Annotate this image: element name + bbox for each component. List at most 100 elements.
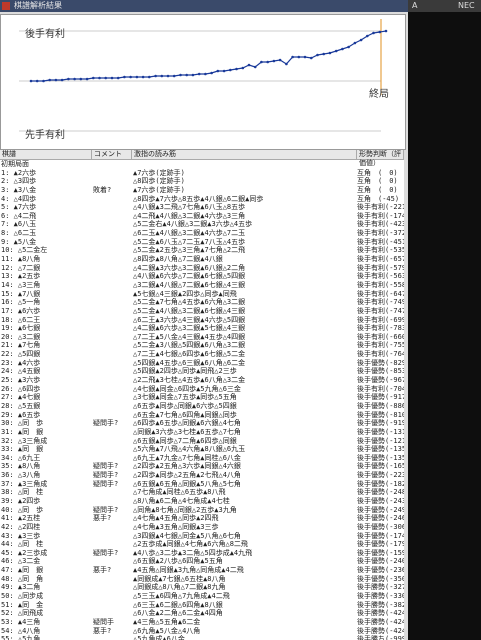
- list-item[interactable]: 10: △5二金左 △5二金▲2五歩△3三角▲7七角△2二飛 後手有利(-535): [0, 246, 404, 255]
- eval-point[interactable]: [29, 79, 33, 83]
- evaluation-graph[interactable]: 後手有利 先手有利 終局: [0, 14, 406, 150]
- eval-point[interactable]: [60, 78, 64, 82]
- header-comment[interactable]: コメント: [92, 150, 132, 159]
- list-item[interactable]: 50: △同步成 △5三玉▲6四角△7九角成▲4二飛 後手勝勢(-3303): [0, 592, 404, 601]
- eval-point[interactable]: [141, 75, 145, 79]
- list-item[interactable]: 3: ▲3八金 敗着? ▲7六歩(定跡手) 互角 ( 0): [0, 186, 404, 195]
- list-item[interactable]: 13: ▲2五歩 △4八銀▲6六歩△7二銀▲6七銀△5四銀 後手有利(-563): [0, 272, 404, 281]
- eval-point[interactable]: [135, 75, 139, 79]
- list-item[interactable]: 47: ▲同 銀 悪手? ▲4五角△同銀▲3九角△同角成▲4二飛 後手優勢(-2361…: [0, 566, 404, 575]
- list-item[interactable]: 52: △同飛成 △6八金▲2二角△6二金▲4四角 後手勝勢(-4241): [0, 609, 404, 618]
- list-item[interactable]: 4: △4四歩 △8四歩▲7六歩△8五歩▲4八銀△6二銀▲同歩 互角 (-45): [0, 195, 404, 204]
- eval-point[interactable]: [92, 76, 95, 80]
- list-item[interactable]: 1: ▲2六歩 ▲7六歩(定跡手) 互角 ( 0): [0, 169, 404, 178]
- eval-point[interactable]: [98, 76, 101, 80]
- eval-point[interactable]: [222, 69, 226, 73]
- list-item[interactable]: 44: △同 桂 △2五歩成▲同銀△4七角▲6六角△8二飛 後手優勢(-1792): [0, 540, 404, 549]
- eval-point[interactable]: [260, 60, 263, 64]
- list-item[interactable]: 21: ▲7七角 △5二金▲3八銀△5四銀▲6八角△3二銀 後手有利(-755): [0, 341, 404, 350]
- eval-point[interactable]: [384, 29, 388, 33]
- eval-point[interactable]: [179, 73, 182, 77]
- list-item[interactable]: 20: △3二銀 △7二王▲5八金△4三銀▲4五歩△4四銀 後手有利(-660): [0, 333, 404, 342]
- eval-point[interactable]: [359, 38, 363, 42]
- header-reading[interactable]: 激指の読み筋: [132, 150, 357, 159]
- list-item[interactable]: 35: ▲8八角 疑問手? △2四歩▲2五角△3六歩▲同銀△4六銀 後手優勢(-165…: [0, 462, 404, 471]
- list-item[interactable]: 37: ▲3三角成 疑問手? △6五銀▲6五角△同銀▲5八角△5七角 後手優勢(-18…: [0, 480, 404, 489]
- eval-point[interactable]: [42, 79, 45, 83]
- eval-point[interactable]: [191, 73, 195, 77]
- eval-point[interactable]: [197, 72, 201, 76]
- list-item[interactable]: 5: ▲7六歩 △4八銀▲3二飛△7七角▲6八玉△8五歩 後手有利(-221): [0, 203, 404, 212]
- list-item[interactable]: 19: ▲6七銀 △4二銀▲6六歩△3二銀▲5七銀△4三銀 後手有利(-783): [0, 324, 404, 333]
- eval-point[interactable]: [278, 58, 282, 62]
- list-item[interactable]: 34: △6九王 △6九王▲7九金△7七角▲同桂△6八金 後手優勢(-1359): [0, 454, 404, 463]
- list-item[interactable]: 39: ▲2四歩 △8八角▲6二角△4七角成▲4七桂 後手優勢(-2431): [0, 497, 404, 506]
- eval-point[interactable]: [353, 41, 357, 45]
- eval-point[interactable]: [372, 31, 375, 35]
- eval-point[interactable]: [229, 68, 232, 72]
- eval-point[interactable]: [272, 59, 276, 63]
- list-item[interactable]: 15: ▲7八銀 ▲5七銀△4三銀▲2四歩△同歩▲同飛 後手有利(-647): [0, 290, 404, 299]
- list-item[interactable]: 14: △3三角 △3二銀▲4八銀△7二銀▲6七銀△4三銀 後手有利(-558): [0, 281, 404, 290]
- header-kifu[interactable]: 棋譜: [0, 150, 92, 159]
- list-item[interactable]: 18: △6二王 △6二王▲3六歩△4三銀▲4六歩△5四銀 後手有利(-699): [0, 316, 404, 325]
- eval-point[interactable]: [253, 65, 257, 69]
- list-item[interactable]: 53: ▲4三角 疑問手 ▲4三角△5五角▲6二金 後手勝勢(-4241): [0, 618, 404, 627]
- list-item[interactable]: 36: △3八角 疑問手? △2四歩▲同歩△2五角▲2七飛△4八角 後手優勢(-223…: [0, 471, 404, 480]
- list-item[interactable]: 16: △5一角 △5二金▲7七角△4五歩▲6六角△3二銀 後手有利(-749): [0, 298, 404, 307]
- eval-point[interactable]: [216, 69, 220, 73]
- list-item[interactable]: 55: △5九角 △5九角成▲6八金 後手勝ち(-99997): [0, 635, 404, 640]
- eval-point[interactable]: [79, 77, 83, 81]
- eval-point[interactable]: [110, 76, 114, 80]
- eval-point[interactable]: [35, 79, 39, 83]
- list-item[interactable]: 31: ▲同 銀 △同銀▲3六歩△3七桂▲6五歩△7七角 後手優勢(-1313): [0, 428, 404, 437]
- eval-point[interactable]: [266, 60, 270, 64]
- list-item[interactable]: 30: △同 歩 疑問手? △6四歩▲6五歩△同銀▲6六銀△4七角 後手優勢(-919…: [0, 419, 404, 428]
- list-item[interactable]: 46: △3二金 △6五銀▲2八歩△6四角▲5五角 後手優勢(-2406): [0, 557, 404, 566]
- eval-point[interactable]: [334, 49, 338, 53]
- list-item[interactable]: 9: ▲5八金 △5二金▲6八玉△7二玉▲7八玉△4五歩 後手有利(-451): [0, 238, 404, 247]
- eval-point[interactable]: [316, 53, 319, 57]
- eval-point[interactable]: [67, 77, 70, 81]
- list-item[interactable]: 28: △5五銀 △6五歩▲同歩△同銀▲6六歩△5四銀 後手優勢(-886): [0, 402, 404, 411]
- list-item[interactable]: 33: ▲同 銀 △5六角▲7八飛△4六角▲8八銀△6九玉 後手優勢(-1350): [0, 445, 404, 454]
- list-item[interactable]: 22: △5四銀 △7二王▲4七銀△6四歩▲6七銀△5二金 後手有利(-764): [0, 350, 404, 359]
- list-item[interactable]: 26: △6四歩 △4七銀▲同金△6四歩▲5九角△6三金 後手有利(-704): [0, 385, 404, 394]
- eval-point[interactable]: [116, 76, 120, 80]
- list-item[interactable]: 24: △4五銀 △5四銀▲2四歩△同歩▲同飛△2三歩 後手優勢(-853): [0, 367, 404, 376]
- eval-point[interactable]: [154, 74, 157, 78]
- list-item[interactable]: 43: ▲3三歩 △3四銀▲4七銀△同金▲5八角△6七角 後手優勢(-1745): [0, 532, 404, 541]
- eval-point[interactable]: [291, 55, 294, 59]
- eval-point[interactable]: [210, 71, 213, 75]
- list-item[interactable]: 51: ▲同 金 △6三玉▲6二銀△6四角▲8八銀 後手勝勢(-3820): [0, 601, 404, 610]
- list-item[interactable]: 54: △4八角 悪手? △6九角▲5八金△4八角 後手勝勢(-4241): [0, 627, 404, 636]
- eval-point[interactable]: [185, 73, 188, 77]
- eval-point[interactable]: [366, 34, 369, 38]
- list-item[interactable]: 11: ▲8八角 △8四歩▲8八角△7二銀▲4八銀 後手有利(-657): [0, 255, 404, 264]
- list-item[interactable]: 25: ▲3六歩 △2二飛▲3七桂△4五歩▲6八角△3二金 後手優勢(-967): [0, 376, 404, 385]
- eval-point[interactable]: [378, 30, 382, 34]
- kifu-list[interactable]: 棋譜 コメント 激指の読み筋 形勢判断（評価値） 初期局面 1: ▲2六歩 ▲7六歩…: [0, 150, 404, 640]
- eval-point[interactable]: [160, 74, 164, 78]
- list-item[interactable]: 42: △2四桂 △4七角▲3五角△同銀▲3三歩 後手優勢(-3067): [0, 523, 404, 532]
- list-item[interactable]: 7: ▲6八玉 △5二金右▲4八銀△3二銀▲3六歩△4五歩 後手有利(-423): [0, 220, 404, 229]
- list-item[interactable]: 40: △同 歩 疑問手? △同角▲8七角△同銀△2五歩▲3九角 後手優勢(-2495…: [0, 506, 404, 515]
- eval-point[interactable]: [347, 45, 350, 49]
- list-item[interactable]: 45: ▲2三歩成 疑問手? ▲4八歩△3二歩▲3二角△5四歩成▲4九飛 後手優勢(-…: [0, 549, 404, 558]
- list-item[interactable]: 初期局面: [0, 160, 404, 169]
- eval-point[interactable]: [148, 75, 151, 79]
- eval-point[interactable]: [104, 76, 107, 80]
- eval-point[interactable]: [322, 52, 326, 56]
- eval-point[interactable]: [341, 47, 344, 51]
- list-item[interactable]: 41: ▲2五桂 悪手? △4七角▲4五角△同歩▲2四飛 後手優勢(-2462): [0, 514, 404, 523]
- eval-point[interactable]: [73, 77, 76, 81]
- eval-point[interactable]: [204, 72, 207, 76]
- list-item[interactable]: 48: △同 角 ▲同銀成▲7七銀△6五桂▲8八角 後手優勢(-3508): [0, 575, 404, 584]
- list-item[interactable]: 23: ▲4六歩 △5四銀▲4五歩△6三銀▲6八角△6二金 後手優勢(-829): [0, 359, 404, 368]
- header-eval[interactable]: 形勢判断（評価値）: [357, 150, 404, 167]
- list-item[interactable]: 6: △4二飛 △4二飛▲4八銀△3二銀▲4六歩△3三角 後手有利(-174): [0, 212, 404, 221]
- eval-point[interactable]: [85, 77, 89, 81]
- list-item[interactable]: 32: △3三角成 △6五銀▲同歩△7二角▲6四歩△同銀 後手優勢(-1210): [0, 437, 404, 446]
- list-item[interactable]: 2: △3四歩 △8四歩(定跡手) 互角 ( 0): [0, 177, 404, 186]
- eval-point[interactable]: [123, 75, 126, 79]
